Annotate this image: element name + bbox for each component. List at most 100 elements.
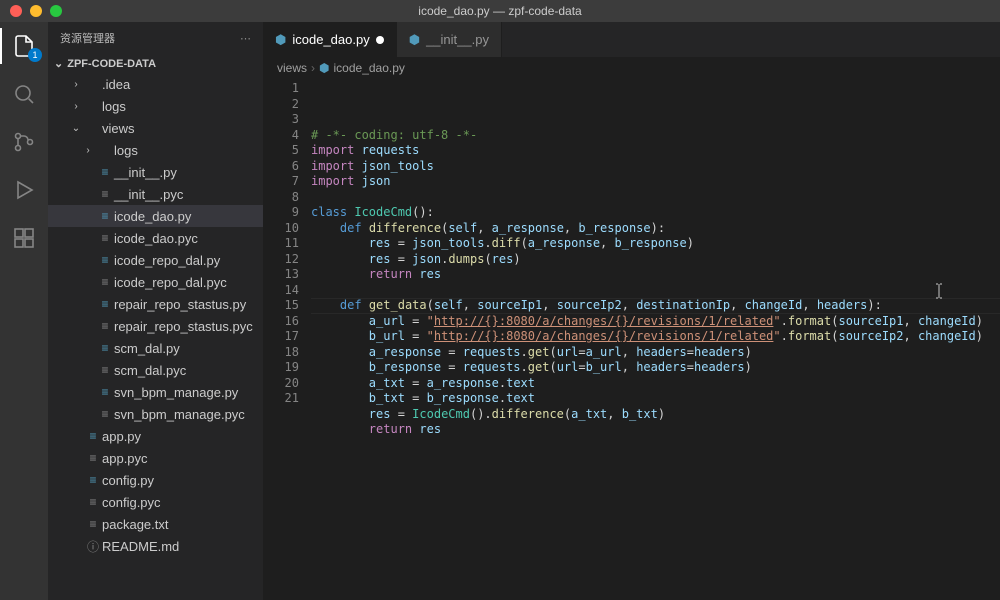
token: res bbox=[369, 236, 391, 250]
editor-tab[interactable]: ⬢__init__.py bbox=[397, 22, 502, 57]
close-window-button[interactable] bbox=[10, 5, 22, 17]
tree-folder[interactable]: ›logs bbox=[48, 139, 263, 161]
token: , bbox=[904, 329, 918, 343]
tree-file[interactable]: ⓘREADME.md bbox=[48, 535, 263, 557]
token: = bbox=[390, 407, 412, 421]
project-root[interactable]: ⌄ ZPF-CODE-DATA bbox=[48, 54, 263, 73]
code-line[interactable]: return res bbox=[311, 267, 1000, 283]
code-line[interactable]: res = IcodeCmd().difference(a_txt, b_txt… bbox=[311, 407, 1000, 423]
tree-file[interactable]: ≡repair_repo_stastus.py bbox=[48, 293, 263, 315]
chevron-right-icon[interactable]: › bbox=[68, 79, 84, 90]
code-line[interactable]: # -*- coding: utf-8 -*- bbox=[311, 128, 1000, 144]
code-line[interactable]: a_response = requests.get(url=a_url, hea… bbox=[311, 345, 1000, 361]
token: difference bbox=[369, 221, 441, 235]
tree-item-label: repair_repo_stastus.pyc bbox=[114, 319, 253, 334]
activity-bar: 1 bbox=[0, 22, 48, 600]
token: (). bbox=[470, 407, 492, 421]
tree-file[interactable]: ≡config.py bbox=[48, 469, 263, 491]
tree-file[interactable]: ≡config.pyc bbox=[48, 491, 263, 513]
code-line[interactable] bbox=[311, 283, 1000, 299]
pyc-file-icon: ≡ bbox=[96, 363, 114, 377]
tree-folder[interactable]: ›logs bbox=[48, 95, 263, 117]
tree-item-label: icode_repo_dal.py bbox=[114, 253, 220, 268]
code-line[interactable] bbox=[311, 190, 1000, 206]
pyc-file-icon: ≡ bbox=[96, 319, 114, 333]
maximize-window-button[interactable] bbox=[50, 5, 62, 17]
tree-file[interactable]: ≡app.py bbox=[48, 425, 263, 447]
tree-file[interactable]: ≡icode_repo_dal.py bbox=[48, 249, 263, 271]
debug-icon[interactable] bbox=[10, 176, 38, 204]
code-line[interactable]: return res bbox=[311, 422, 1000, 438]
code-line[interactable] bbox=[311, 438, 1000, 454]
code-line[interactable]: def difference(self, a_response, b_respo… bbox=[311, 221, 1000, 237]
code-line[interactable]: import json bbox=[311, 174, 1000, 190]
tree-folder[interactable]: ›.idea bbox=[48, 73, 263, 95]
code-line[interactable]: res = json_tools.diff(a_response, b_resp… bbox=[311, 236, 1000, 252]
tree-file[interactable]: ≡icode_dao.pyc bbox=[48, 227, 263, 249]
code-content[interactable]: # -*- coding: utf-8 -*-import requestsim… bbox=[311, 79, 1000, 600]
token: a_txt bbox=[571, 407, 607, 421]
token bbox=[311, 267, 369, 281]
token: b_response bbox=[369, 360, 441, 374]
tree-file[interactable]: ≡scm_dal.py bbox=[48, 337, 263, 359]
tree-item-label: icode_repo_dal.pyc bbox=[114, 275, 227, 290]
editor-tab[interactable]: ⬢icode_dao.py bbox=[263, 22, 397, 57]
source-control-icon[interactable] bbox=[10, 128, 38, 156]
chevron-right-icon[interactable]: › bbox=[80, 145, 96, 156]
tree-file[interactable]: ≡icode_repo_dal.pyc bbox=[48, 271, 263, 293]
token: = bbox=[405, 314, 427, 328]
code-line[interactable]: b_url = "http://{}:8080/a/changes/{}/rev… bbox=[311, 329, 1000, 345]
token: def bbox=[340, 298, 362, 312]
code-line[interactable]: import requests bbox=[311, 143, 1000, 159]
extensions-icon[interactable] bbox=[10, 224, 38, 252]
token: ) bbox=[745, 360, 752, 374]
explorer-icon[interactable]: 1 bbox=[10, 32, 38, 60]
tree-file[interactable]: ≡__init__.py bbox=[48, 161, 263, 183]
token: . bbox=[781, 314, 788, 328]
code-line[interactable]: a_url = "http://{}:8080/a/changes/{}/rev… bbox=[311, 314, 1000, 330]
tree-file[interactable]: ≡package.txt bbox=[48, 513, 263, 535]
tree-folder[interactable]: ⌄views bbox=[48, 117, 263, 139]
token: http://{}:8080/a/changes/{}/revisions/1/… bbox=[434, 329, 774, 343]
token: ( bbox=[484, 252, 491, 266]
chevron-right-icon[interactable]: › bbox=[68, 101, 84, 112]
code-line[interactable]: import json_tools bbox=[311, 159, 1000, 175]
token bbox=[311, 314, 369, 328]
token: = bbox=[687, 345, 694, 359]
tree-item-label: __init__.py bbox=[114, 165, 177, 180]
code-line[interactable]: def get_data(self, sourceIp1, sourceIp2,… bbox=[311, 298, 1000, 314]
token: b_txt bbox=[622, 407, 658, 421]
tree-file[interactable]: ≡svn_bpm_manage.pyc bbox=[48, 403, 263, 425]
code-line[interactable]: res = json.dumps(res) bbox=[311, 252, 1000, 268]
tree-file[interactable]: ≡svn_bpm_manage.py bbox=[48, 381, 263, 403]
minimize-window-button[interactable] bbox=[30, 5, 42, 17]
window-controls bbox=[10, 5, 62, 17]
tree-file[interactable]: ≡scm_dal.pyc bbox=[48, 359, 263, 381]
breadcrumbs[interactable]: views › ⬢ icode_dao.py bbox=[263, 57, 1000, 79]
line-number: 19 bbox=[263, 360, 299, 376]
line-number: 13 bbox=[263, 267, 299, 283]
token: = bbox=[405, 329, 427, 343]
chevron-down-icon[interactable]: ⌄ bbox=[68, 123, 84, 134]
token bbox=[354, 174, 361, 188]
token: json bbox=[362, 174, 391, 188]
code-line[interactable]: a_txt = a_response.text bbox=[311, 376, 1000, 392]
token: get_data bbox=[369, 298, 427, 312]
code-editor[interactable]: 123456789101112131415161718192021 # -*- … bbox=[263, 79, 1000, 600]
code-line[interactable]: b_txt = b_response.text bbox=[311, 391, 1000, 407]
tree-file[interactable]: ≡repair_repo_stastus.pyc bbox=[48, 315, 263, 337]
token bbox=[354, 159, 361, 173]
tree-file[interactable]: ≡__init__.pyc bbox=[48, 183, 263, 205]
python-file-icon: ⬢ bbox=[319, 61, 329, 75]
editor-area: ⬢icode_dao.py⬢__init__.py views › ⬢ icod… bbox=[263, 22, 1000, 600]
code-line[interactable]: class IcodeCmd(): bbox=[311, 205, 1000, 221]
search-icon[interactable] bbox=[10, 80, 38, 108]
token: , bbox=[730, 298, 744, 312]
tree-file[interactable]: ≡icode_dao.py bbox=[48, 205, 263, 227]
sidebar-more-icon[interactable]: ⋯ bbox=[240, 32, 251, 45]
token: = bbox=[687, 360, 694, 374]
code-line[interactable]: b_response = requests.get(url=b_url, hea… bbox=[311, 360, 1000, 376]
token: b_response bbox=[615, 236, 687, 250]
tree-file[interactable]: ≡app.pyc bbox=[48, 447, 263, 469]
token: a_url bbox=[369, 314, 405, 328]
